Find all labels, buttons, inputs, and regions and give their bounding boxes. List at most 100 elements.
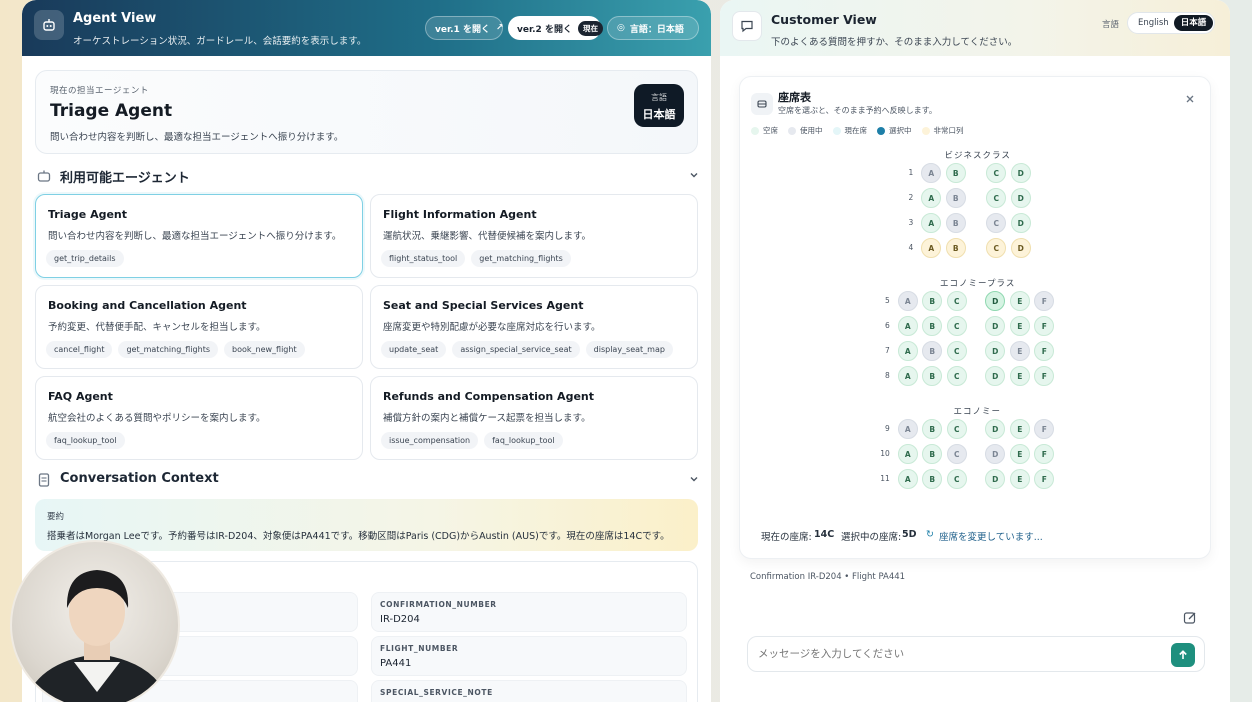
agent-name: Triage Agent <box>48 208 128 221</box>
seat-7F[interactable]: F <box>1034 341 1055 361</box>
field-value: IR-D204 <box>380 614 420 625</box>
field-label: CONFIRMATION_NUMBER <box>380 600 497 609</box>
seat-5C[interactable]: C <box>946 291 967 311</box>
seat-11C[interactable]: C <box>946 469 967 489</box>
seat-8D[interactable]: D <box>985 366 1006 386</box>
legend-item: 空席 <box>751 125 778 136</box>
seat-8C[interactable]: C <box>946 366 967 386</box>
seat-9B[interactable]: B <box>922 419 943 439</box>
chevron-down-icon[interactable] <box>688 473 700 485</box>
tool-chip: display_seat_map <box>585 341 673 358</box>
lang-japanese-option[interactable]: 日本語 <box>1174 15 1213 31</box>
row-number: 4 <box>908 243 914 252</box>
summary-label: 要約 <box>47 512 65 522</box>
seat-5E[interactable]: E <box>1009 291 1030 311</box>
seat-11A[interactable]: A <box>897 469 918 489</box>
seat-11D[interactable]: D <box>985 469 1006 489</box>
seat-1D[interactable]: D <box>1010 163 1031 183</box>
agent-card-flight-information[interactable]: Flight Information Agent 運航状況、乗継影響、代替便候補… <box>370 194 698 278</box>
seat-2C[interactable]: C <box>986 188 1007 208</box>
agent-card-seat-special-services[interactable]: Seat and Special Services Agent 座席変更や特別配… <box>370 285 698 369</box>
seat-6D[interactable]: D <box>985 316 1006 336</box>
seat-7C[interactable]: C <box>946 341 967 361</box>
seat-9D[interactable]: D <box>985 419 1006 439</box>
tool-chip: flight_status_tool <box>381 250 466 267</box>
seat-9C[interactable]: C <box>946 419 967 439</box>
customer-view-panel: Customer View 下のよくある質問を押すか、そのまま入力してください。… <box>720 0 1230 702</box>
seat-3A[interactable]: A <box>921 213 942 233</box>
chat-icon <box>732 11 762 41</box>
agents-section-title: 利用可能エージェント <box>60 171 190 186</box>
seat-6A[interactable]: A <box>897 316 918 336</box>
confirmation-line: Confirmation IR-D204 • Flight PA441 <box>750 572 906 582</box>
row-number: 2 <box>908 193 914 202</box>
field-value: PA441 <box>380 658 412 669</box>
agent-card-faq[interactable]: FAQ Agent 航空会社のよくある質問やポリシーを案内します。 faq_lo… <box>35 376 363 460</box>
agent-card-refunds-compensation[interactable]: Refunds and Compensation Agent 補償方針の案内と補… <box>370 376 698 460</box>
seat-8A[interactable]: A <box>897 366 918 386</box>
agent-card-triage[interactable]: Triage Agent 問い合わせ内容を判断し、最適な担当エージェントへ振り分… <box>35 194 363 278</box>
seat-4C[interactable]: C <box>986 238 1007 258</box>
seat-6F[interactable]: F <box>1034 316 1055 336</box>
document-icon <box>38 473 50 487</box>
seat-11E[interactable]: E <box>1009 469 1030 489</box>
seat-10F[interactable]: F <box>1034 444 1055 464</box>
seat-10E[interactable]: E <box>1009 444 1030 464</box>
current-seat-value: 14C <box>814 529 835 540</box>
seat-8E[interactable]: E <box>1009 366 1030 386</box>
message-input[interactable] <box>747 636 1205 672</box>
agent-card-booking-cancellation[interactable]: Booking and Cancellation Agent 予約変更、代替便手… <box>35 285 363 369</box>
seat-10B[interactable]: B <box>922 444 943 464</box>
seat-10C: C <box>946 444 967 464</box>
language-label: 言語 <box>1102 20 1120 30</box>
globe-icon: ◎ <box>617 23 625 33</box>
language-toggle[interactable]: English 日本語 <box>1127 12 1215 34</box>
current-language-label: 言語 <box>651 93 667 102</box>
context-section-header[interactable]: Conversation Context <box>36 470 700 492</box>
tool-chip: cancel_flight <box>46 341 113 358</box>
seat-grid[interactable]: ビジネスクラス 1 A B C D 2 A B C D 3 A B C D 4 A B C D エコノミープラス 5 A B C D… <box>740 141 1212 506</box>
tool-chip: faq_lookup_tool <box>46 432 125 449</box>
language-pill[interactable]: ◎ 言語：日本語 <box>607 16 699 40</box>
seat-5B[interactable]: B <box>922 291 943 311</box>
seat-3D[interactable]: D <box>1010 213 1031 233</box>
close-icon[interactable] <box>1183 92 1197 106</box>
agent-view-header: Agent View オーケストレーション状況、ガードレール、会話要約を表示しま… <box>22 0 711 56</box>
seat-2A[interactable]: A <box>921 188 942 208</box>
agent-view-title: Agent View <box>73 11 157 26</box>
seat-4B[interactable]: B <box>945 238 966 258</box>
seat-7A[interactable]: A <box>897 341 918 361</box>
seat-5F: F <box>1034 291 1055 311</box>
seat-8F[interactable]: F <box>1034 366 1055 386</box>
seat-4A[interactable]: A <box>921 238 942 258</box>
edit-icon[interactable] <box>1182 610 1198 626</box>
seat-5D[interactable]: D <box>985 291 1006 311</box>
row-number: 5 <box>884 296 890 305</box>
seat-6C[interactable]: C <box>946 316 967 336</box>
seat-4D[interactable]: D <box>1010 238 1031 258</box>
seat-icon <box>751 93 773 115</box>
seat-10A[interactable]: A <box>897 444 918 464</box>
seat-6B[interactable]: B <box>922 316 943 336</box>
seat-7D[interactable]: D <box>985 341 1006 361</box>
seat-6E[interactable]: E <box>1009 316 1030 336</box>
seat-9E[interactable]: E <box>1009 419 1030 439</box>
tool-chip: get_trip_details <box>46 250 124 267</box>
open-v2-button[interactable]: ver.2 を開く 現在 <box>508 16 603 40</box>
seat-8B[interactable]: B <box>922 366 943 386</box>
lang-english-option[interactable]: English <box>1138 18 1169 28</box>
current-language-value: 日本語 <box>642 108 676 121</box>
seat-11B[interactable]: B <box>922 469 943 489</box>
agents-section-header[interactable]: 利用可能エージェント <box>36 166 700 188</box>
current-seat-label: 現在の座席: <box>761 532 812 543</box>
seat-11F[interactable]: F <box>1034 469 1055 489</box>
send-button[interactable] <box>1171 643 1195 667</box>
agent-desc: 予約変更、代替便手配、キャンセルを担当します。 <box>48 322 266 333</box>
seat-1B[interactable]: B <box>945 163 966 183</box>
legend-label: 現在席 <box>844 126 868 135</box>
seat-7B: B <box>922 341 943 361</box>
seat-1C[interactable]: C <box>986 163 1007 183</box>
chevron-down-icon[interactable] <box>688 169 700 181</box>
open-v1-button[interactable]: ver.1 を開く ↗ <box>425 16 504 40</box>
seat-2D[interactable]: D <box>1010 188 1031 208</box>
